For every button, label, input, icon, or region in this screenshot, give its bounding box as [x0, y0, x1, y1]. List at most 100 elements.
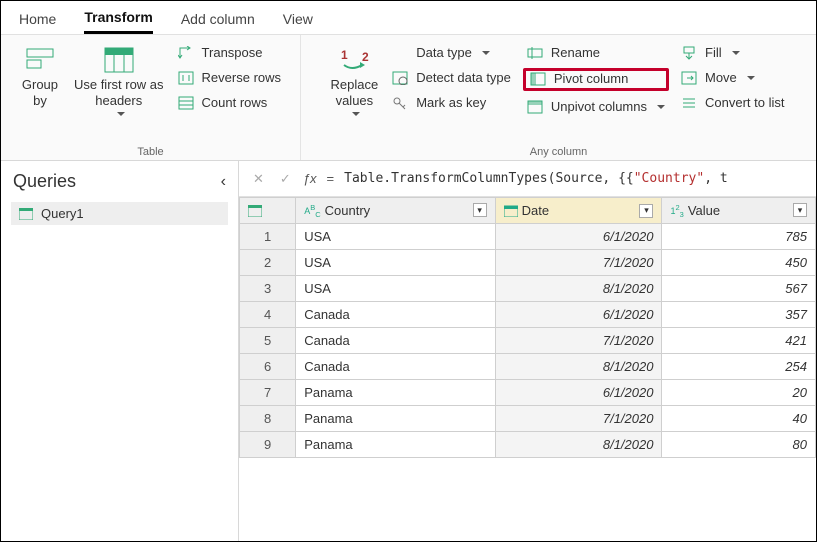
- table-row[interactable]: 2USA7/1/2020450: [240, 250, 816, 276]
- tab-view[interactable]: View: [283, 11, 313, 33]
- use-first-row-button[interactable]: Use first row as headers: [68, 39, 170, 122]
- unpivot-columns-icon: [527, 100, 545, 114]
- row-number[interactable]: 2: [240, 250, 296, 276]
- detect-data-type-button[interactable]: Detect data type: [388, 68, 515, 87]
- column-header-value-label: Value: [688, 203, 720, 218]
- cell-date[interactable]: 7/1/2020: [495, 406, 662, 432]
- equals-label: =: [325, 171, 337, 186]
- cell-country[interactable]: Panama: [296, 432, 495, 458]
- table-row[interactable]: 7Panama6/1/202020: [240, 380, 816, 406]
- move-button[interactable]: Move: [677, 68, 788, 87]
- cell-country[interactable]: USA: [296, 276, 495, 302]
- data-type-label: Data type: [416, 45, 472, 60]
- cell-date[interactable]: 6/1/2020: [495, 224, 662, 250]
- row-number[interactable]: 9: [240, 432, 296, 458]
- cell-country[interactable]: USA: [296, 250, 495, 276]
- cell-date[interactable]: 8/1/2020: [495, 354, 662, 380]
- row-number[interactable]: 8: [240, 406, 296, 432]
- row-number[interactable]: 3: [240, 276, 296, 302]
- cell-country[interactable]: Canada: [296, 302, 495, 328]
- cell-date[interactable]: 7/1/2020: [495, 328, 662, 354]
- cell-country[interactable]: Panama: [296, 380, 495, 406]
- table-row[interactable]: 1USA6/1/2020785: [240, 224, 816, 250]
- row-number[interactable]: 6: [240, 354, 296, 380]
- mark-as-key-button[interactable]: Mark as key: [388, 93, 515, 112]
- transpose-icon: [178, 46, 196, 60]
- mark-as-key-label: Mark as key: [416, 95, 486, 110]
- column-filter-value[interactable]: ▾: [793, 203, 807, 217]
- formula-suffix: , t: [704, 171, 727, 186]
- table-row[interactable]: 9Panama8/1/202080: [240, 432, 816, 458]
- table-row[interactable]: 3USA8/1/2020567: [240, 276, 816, 302]
- column-header-value[interactable]: 123 Value ▾: [662, 198, 816, 224]
- cell-value[interactable]: 450: [662, 250, 816, 276]
- fill-button[interactable]: Fill: [677, 43, 788, 62]
- data-type-button[interactable]: Data type: [388, 43, 515, 62]
- cancel-formula-icon[interactable]: ✕: [249, 171, 268, 187]
- cell-value[interactable]: 357: [662, 302, 816, 328]
- collapse-pane-icon[interactable]: ‹: [221, 173, 226, 191]
- cell-value[interactable]: 567: [662, 276, 816, 302]
- reverse-rows-button[interactable]: Reverse rows: [174, 68, 285, 87]
- row-number[interactable]: 4: [240, 302, 296, 328]
- fx-icon[interactable]: ƒx: [303, 171, 317, 186]
- move-icon: [681, 71, 699, 85]
- pivot-column-icon: [530, 72, 548, 86]
- cell-country[interactable]: Canada: [296, 354, 495, 380]
- cell-date[interactable]: 6/1/2020: [495, 302, 662, 328]
- reverse-rows-icon: [178, 71, 196, 85]
- row-number[interactable]: 1: [240, 224, 296, 250]
- cell-date[interactable]: 8/1/2020: [495, 432, 662, 458]
- tab-home[interactable]: Home: [19, 11, 56, 33]
- formula-text[interactable]: Table.TransformColumnTypes(Source, {{"Co…: [344, 171, 728, 186]
- table-row[interactable]: 8Panama7/1/202040: [240, 406, 816, 432]
- query-item[interactable]: Query1: [11, 202, 228, 225]
- grid-corner[interactable]: [240, 198, 296, 224]
- convert-to-list-label: Convert to list: [705, 95, 784, 110]
- commit-formula-icon[interactable]: ✓: [276, 171, 295, 187]
- rename-label: Rename: [551, 45, 600, 60]
- group-table-label: Table: [137, 144, 163, 158]
- group-by-button[interactable]: Group by: [12, 39, 68, 114]
- table-row[interactable]: 4Canada6/1/2020357: [240, 302, 816, 328]
- cell-value[interactable]: 80: [662, 432, 816, 458]
- cell-country[interactable]: Panama: [296, 406, 495, 432]
- count-rows-button[interactable]: Count rows: [174, 93, 285, 112]
- cell-value[interactable]: 254: [662, 354, 816, 380]
- table-row[interactable]: 6Canada8/1/2020254: [240, 354, 816, 380]
- row-number[interactable]: 5: [240, 328, 296, 354]
- number-type-icon: 123: [670, 203, 683, 219]
- column-header-country[interactable]: ABC Country ▾: [296, 198, 495, 224]
- cell-date[interactable]: 7/1/2020: [495, 250, 662, 276]
- cell-value[interactable]: 785: [662, 224, 816, 250]
- column-header-date[interactable]: Date ▾: [495, 198, 662, 224]
- cell-value[interactable]: 421: [662, 328, 816, 354]
- group-table: Group by Use first row as headers Transp…: [1, 35, 301, 160]
- transpose-button[interactable]: Transpose: [174, 43, 285, 62]
- cell-country[interactable]: Canada: [296, 328, 495, 354]
- row-number[interactable]: 7: [240, 380, 296, 406]
- use-first-row-label: Use first row as headers: [74, 77, 164, 110]
- unpivot-columns-button[interactable]: Unpivot columns: [523, 97, 669, 116]
- replace-values-icon: 12: [338, 43, 370, 77]
- cell-date[interactable]: 8/1/2020: [495, 276, 662, 302]
- convert-to-list-button[interactable]: Convert to list: [677, 93, 788, 112]
- svg-text:1: 1: [341, 48, 348, 62]
- column-filter-date[interactable]: ▾: [639, 204, 653, 218]
- unpivot-columns-label: Unpivot columns: [551, 99, 647, 114]
- table-row[interactable]: 5Canada7/1/2020421: [240, 328, 816, 354]
- group-any-column: 12 Replace values Data type Detect data …: [301, 35, 816, 160]
- replace-values-button[interactable]: 12 Replace values: [325, 39, 385, 122]
- cell-value[interactable]: 20: [662, 380, 816, 406]
- group-by-label: Group by: [22, 77, 58, 110]
- cell-value[interactable]: 40: [662, 406, 816, 432]
- pivot-column-button[interactable]: Pivot column: [523, 68, 669, 91]
- pivot-column-label: Pivot column: [554, 71, 628, 86]
- cell-country[interactable]: USA: [296, 224, 495, 250]
- formula-bar: ✕ ✓ ƒx = Table.TransformColumnTypes(Sour…: [239, 161, 816, 197]
- tab-transform[interactable]: Transform: [84, 9, 152, 34]
- column-filter-country[interactable]: ▾: [473, 203, 487, 217]
- tab-add-column[interactable]: Add column: [181, 11, 255, 33]
- cell-date[interactable]: 6/1/2020: [495, 380, 662, 406]
- rename-button[interactable]: Rename: [523, 43, 669, 62]
